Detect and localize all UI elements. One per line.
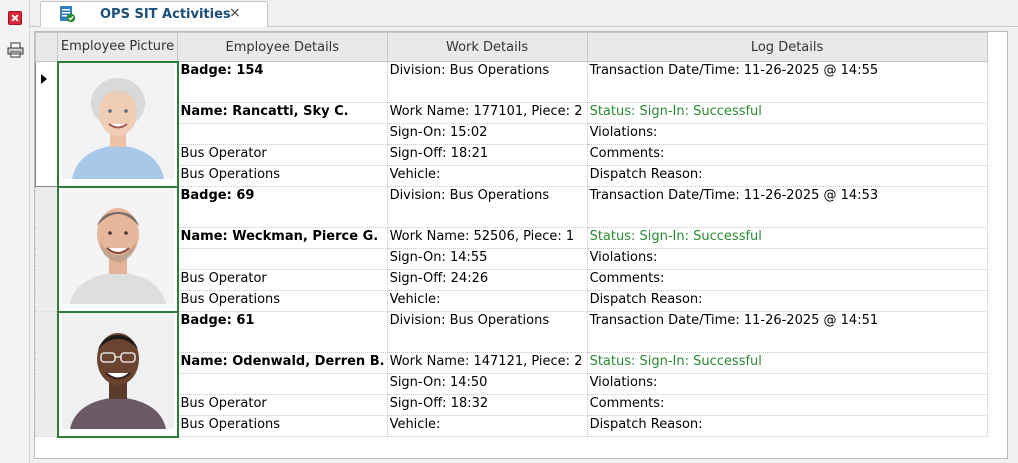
content-area: Employee Picture Employee Details Work D… [30, 27, 1018, 463]
table-row[interactable]: Bus Operator Sign-Off: 24:26 Comments: [36, 269, 988, 291]
work-name: Work Name: 147121, Piece: 2 [386, 352, 588, 374]
sign-off: Sign-Off: 18:21 [386, 144, 588, 166]
column-header-log-details[interactable]: Log Details [586, 32, 988, 62]
transaction-datetime: Transaction Date/Time: 11-26-2025 @ 14:5… [586, 311, 988, 353]
employee-title: Bus Operator [177, 144, 388, 166]
vehicle: Vehicle: [386, 415, 588, 437]
sign-off: Sign-Off: 18:32 [386, 394, 588, 416]
employee-division: Division: Bus Operations [386, 311, 588, 353]
table-row[interactable]: Badge: 69 Division: Bus Operations Trans… [35, 185, 988, 313]
transaction-datetime: Transaction Date/Time: 11-26-2025 @ 14:5… [586, 186, 988, 228]
employee-record[interactable]: Badge: 69 Division: Bus Operations Trans… [35, 185, 988, 313]
employee-title: Bus Operator [177, 394, 388, 416]
table-row[interactable]: Bus Operator Sign-Off: 18:32 Comments: [36, 394, 988, 416]
row-indicator-icon [41, 74, 47, 84]
employee-department: Bus Operations [177, 415, 388, 437]
activities-grid[interactable]: Employee Picture Employee Details Work D… [34, 31, 1008, 459]
row-selector-header[interactable] [35, 32, 58, 62]
column-header-work-details[interactable]: Work Details [386, 32, 588, 62]
violations: Violations: [586, 373, 988, 395]
status-text: Status: Sign-In: Successful [586, 102, 988, 124]
comments: Comments: [586, 144, 988, 166]
close-icon[interactable] [8, 11, 22, 25]
activity-document-icon [60, 6, 76, 23]
status-text: Status: Sign-In: Successful [586, 352, 988, 374]
employee-photo [61, 313, 174, 429]
sign-on: Sign-On: 14:55 [386, 248, 588, 270]
comments: Comments: [586, 394, 988, 416]
employee-department: Bus Operations [177, 290, 388, 312]
dispatch-reason: Dispatch Reason: [586, 165, 988, 187]
employee-photo [61, 188, 174, 304]
employee-division: Division: Bus Operations [386, 186, 588, 228]
employee-record[interactable]: Badge: 154 Division: Bus Operations Tran… [35, 60, 988, 188]
printer-icon[interactable] [7, 42, 24, 58]
tab-close-icon[interactable]: × [229, 5, 241, 21]
table-row[interactable]: Badge: 61 Division: Bus Operations Trans… [35, 310, 988, 438]
sign-off: Sign-Off: 24:26 [386, 269, 588, 291]
tab-ops-sit-activities[interactable]: OPS SIT Activities × [40, 1, 268, 28]
employee-department: Bus Operations [177, 165, 388, 187]
table-row[interactable]: Badge: 154 Division: Bus Operations Tran… [35, 60, 988, 188]
employee-name: Name: Odenwald, Derren B. [177, 352, 388, 374]
empty-cell [177, 373, 388, 395]
employee-photo-cell[interactable] [56, 60, 179, 188]
column-header-employee-picture[interactable]: Employee Picture [57, 32, 178, 62]
employee-photo [61, 63, 174, 179]
dispatch-reason: Dispatch Reason: [586, 290, 988, 312]
table-row[interactable]: Sign-On: 14:55 Violations: [36, 248, 988, 270]
column-header-employee-details[interactable]: Employee Details [177, 32, 388, 62]
tab-title: OPS SIT Activities [100, 7, 231, 22]
table-row[interactable]: Name: Weckman, Pierce G. Work Name: 5250… [36, 227, 988, 249]
table-row[interactable]: Bus Operations Vehicle: Dispatch Reason: [36, 165, 988, 187]
work-name: Work Name: 52506, Piece: 1 [386, 227, 588, 249]
employee-name: Name: Rancatti, Sky C. [177, 102, 388, 124]
table-row[interactable]: Bus Operations Vehicle: Dispatch Reason: [36, 290, 988, 312]
tab-strip: OPS SIT Activities × [30, 0, 1018, 28]
sign-on: Sign-On: 14:50 [386, 373, 588, 395]
employee-badge: Badge: 69 [177, 186, 388, 228]
employee-division: Division: Bus Operations [386, 61, 588, 103]
empty-cell [177, 123, 388, 145]
row-selector[interactable] [35, 61, 58, 187]
employee-title: Bus Operator [177, 269, 388, 291]
sign-on: Sign-On: 15:02 [386, 123, 588, 145]
table-row[interactable]: Sign-On: 14:50 Violations: [36, 373, 988, 395]
table-row[interactable]: Name: Odenwald, Derren B. Work Name: 147… [36, 352, 988, 374]
table-row[interactable]: Sign-On: 15:02 Violations: [36, 123, 988, 145]
employee-record[interactable]: Badge: 61 Division: Bus Operations Trans… [35, 310, 988, 438]
activities-table: Employee Picture Employee Details Work D… [35, 32, 988, 438]
comments: Comments: [586, 269, 988, 291]
employee-photo-cell[interactable] [56, 310, 179, 438]
app-window: OPS SIT Activities × Employee Picture Em [0, 0, 1018, 463]
violations: Violations: [586, 123, 988, 145]
row-selector[interactable] [35, 311, 58, 437]
empty-cell [177, 248, 388, 270]
left-toolbar [0, 0, 30, 463]
status-text: Status: Sign-In: Successful [586, 227, 988, 249]
table-row[interactable]: Name: Rancatti, Sky C. Work Name: 177101… [36, 102, 988, 124]
table-row[interactable]: Bus Operator Sign-Off: 18:21 Comments: [36, 144, 988, 166]
employee-name: Name: Weckman, Pierce G. [177, 227, 388, 249]
vehicle: Vehicle: [386, 165, 588, 187]
work-name: Work Name: 177101, Piece: 2 [386, 102, 588, 124]
employee-photo-cell[interactable] [56, 185, 179, 313]
employee-badge: Badge: 154 [177, 61, 388, 103]
header-row: Employee Picture Employee Details Work D… [35, 32, 988, 62]
row-selector[interactable] [35, 186, 58, 312]
employee-badge: Badge: 61 [177, 311, 388, 353]
violations: Violations: [586, 248, 988, 270]
dispatch-reason: Dispatch Reason: [586, 415, 988, 437]
vehicle: Vehicle: [386, 290, 588, 312]
table-row[interactable]: Bus Operations Vehicle: Dispatch Reason: [36, 415, 988, 437]
transaction-datetime: Transaction Date/Time: 11-26-2025 @ 14:5… [586, 61, 988, 103]
